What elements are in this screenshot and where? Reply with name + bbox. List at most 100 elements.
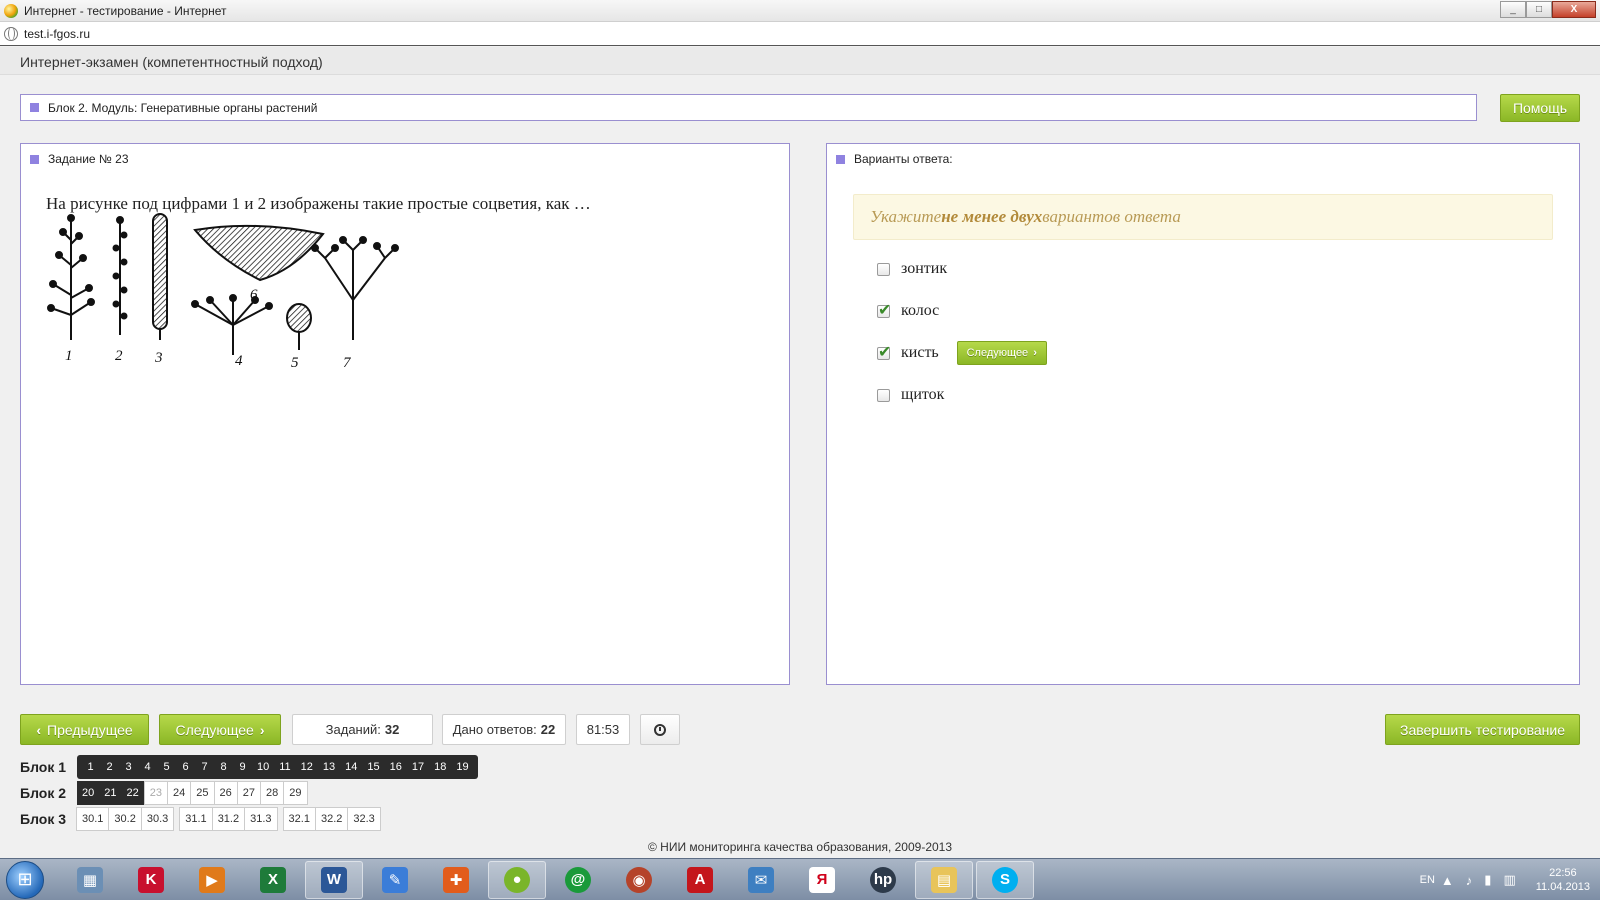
figure-label-3: 3 — [154, 350, 163, 366]
task-cell[interactable]: 22 — [121, 781, 144, 805]
task-cell[interactable]: 31.3 — [244, 807, 278, 831]
clock-button[interactable] — [640, 714, 680, 745]
window-title: Интернет - тестирование - Интернет — [24, 3, 227, 18]
block-row: Блок 1 1 2 3 4 5 6 7 8 9 10 11 12 13 14 … — [20, 754, 478, 780]
answer-option[interactable]: кисть Следующее › — [877, 332, 1579, 374]
browser-icon[interactable]: ● — [488, 860, 546, 899]
figure-label-5: 5 — [291, 355, 299, 371]
help-button[interactable]: Помощь — [1500, 94, 1580, 122]
task-cell[interactable]: 10 — [252, 755, 275, 779]
task-cell[interactable]: 9 — [233, 755, 252, 779]
answer-label[interactable]: зонтик — [901, 260, 947, 278]
start-button[interactable]: ⊞ — [6, 860, 44, 899]
tasks-count-box: Заданий: 32 — [292, 714, 433, 745]
yandex-icon[interactable]: Я — [793, 861, 851, 899]
task-cell[interactable]: 3 — [119, 755, 138, 779]
finish-button[interactable]: Завершить тестирование — [1385, 714, 1580, 745]
task-cell[interactable]: 32.2 — [314, 807, 349, 831]
task-cell[interactable]: 30.2 — [108, 807, 142, 831]
block-row: Блок 2 20 21 22 23 24 25 26 27 28 29 — [20, 780, 478, 806]
task-cell[interactable]: 21 — [99, 781, 122, 805]
outlook-icon[interactable]: ✉ — [732, 861, 790, 899]
task-cell[interactable]: 29 — [283, 781, 308, 805]
task-cell[interactable]: 15 — [362, 755, 385, 779]
task-cell[interactable]: 14 — [340, 755, 363, 779]
answered-count-box: Дано ответов: 22 — [442, 714, 566, 745]
task-cell[interactable]: 28 — [260, 781, 285, 805]
task-cell[interactable]: 5 — [157, 755, 176, 779]
task-cell[interactable]: 4 — [138, 755, 157, 779]
close-button[interactable]: X — [1552, 1, 1596, 18]
task-cell[interactable]: 26 — [213, 781, 238, 805]
network-icon[interactable]: ◉ — [610, 861, 668, 899]
chevron-left-icon: ‹ — [36, 721, 41, 738]
task-cell[interactable]: 18 — [429, 755, 452, 779]
acrobat-icon[interactable]: A — [671, 861, 729, 899]
task-cell[interactable]: 32.1 — [282, 807, 316, 831]
task-cell[interactable]: 25 — [190, 781, 215, 805]
network-tray-icon[interactable]: ▥ — [1503, 872, 1515, 888]
show-hidden-icons-icon[interactable]: ▲ — [1441, 873, 1454, 888]
puzzle-icon[interactable]: ✚ — [427, 861, 485, 899]
task-cell[interactable]: 20 — [77, 781, 100, 805]
media-player-icon[interactable]: ▶ — [183, 861, 241, 899]
task-cell[interactable]: 31.2 — [211, 807, 246, 831]
answer-label[interactable]: колос — [901, 302, 939, 320]
task-cell[interactable]: 27 — [236, 781, 261, 805]
kaspersky-icon[interactable]: K — [122, 861, 180, 899]
clock-date: 11.04.2013 — [1535, 881, 1590, 893]
skype-icon[interactable]: S — [976, 860, 1034, 899]
answer-option[interactable]: щиток — [877, 374, 1579, 416]
block-label: Блок 2 — [20, 785, 67, 801]
task-cell[interactable]: 24 — [167, 781, 192, 805]
task-cell[interactable]: 30.1 — [76, 807, 110, 831]
explorer-icon[interactable]: ▤ — [915, 860, 973, 899]
prev-button[interactable]: ‹ Предыдущее — [20, 714, 149, 745]
answer-checkbox[interactable] — [877, 300, 891, 320]
address-bar[interactable]: test.i-fgos.ru — [0, 22, 1600, 46]
excel-icon[interactable]: X — [244, 861, 302, 899]
question-text: На рисунке под цифрами 1 и 2 изображены … — [46, 194, 591, 213]
task-cell[interactable]: 1 — [81, 755, 100, 779]
answer-option[interactable]: колос — [877, 290, 1579, 332]
task-cell[interactable]: 32.3 — [347, 807, 381, 831]
power-icon[interactable]: ▮ — [1484, 872, 1491, 888]
task-cell[interactable]: 6 — [176, 755, 195, 779]
volume-icon[interactable]: ♪ — [1466, 873, 1473, 888]
answer-label[interactable]: щиток — [901, 386, 944, 404]
task-cell[interactable]: 8 — [214, 755, 233, 779]
task-cell[interactable]: 11 — [274, 755, 296, 779]
timer: 81:53 — [576, 714, 630, 745]
prev-label: Предыдущее — [47, 721, 133, 738]
language-indicator[interactable]: EN — [1420, 874, 1435, 886]
block-label: Блок 1 — [20, 759, 67, 775]
task-cell[interactable]: 13 — [317, 755, 341, 779]
mail-agent-icon[interactable]: @ — [549, 861, 607, 899]
hp-icon[interactable]: hp — [854, 861, 912, 899]
task-cell[interactable]: 31.1 — [179, 807, 213, 831]
next-label: Следующее — [175, 721, 254, 738]
task-cell[interactable]: 30.3 — [140, 807, 175, 831]
calculator-icon[interactable]: ▦ — [61, 861, 119, 899]
minimize-button[interactable]: _ — [1500, 1, 1526, 18]
paint-icon[interactable]: ✎ — [366, 861, 424, 899]
hint-text-before: Укажите — [870, 207, 942, 226]
task-cell[interactable]: 17 — [406, 755, 430, 779]
answer-checkbox[interactable] — [877, 342, 891, 362]
task-cell[interactable]: 2 — [100, 755, 119, 779]
task-cell[interactable]: 7 — [195, 755, 214, 779]
word-icon[interactable]: W — [305, 860, 363, 899]
answer-option[interactable]: зонтик — [877, 248, 1579, 290]
task-cell[interactable]: 16 — [384, 755, 407, 779]
url-text[interactable]: test.i-fgos.ru — [24, 27, 90, 41]
inline-next-button[interactable]: Следующее › — [956, 341, 1047, 365]
task-cell-current[interactable]: 23 — [143, 781, 168, 805]
answer-checkbox[interactable] — [877, 262, 890, 276]
task-cell[interactable]: 12 — [295, 755, 318, 779]
next-button[interactable]: Следующее › — [159, 714, 281, 745]
answer-checkbox[interactable] — [877, 388, 890, 402]
maximize-button[interactable]: □ — [1526, 1, 1552, 18]
taskbar-clock[interactable]: 22:56 11.04.2013 — [1536, 866, 1590, 894]
task-cell[interactable]: 19 — [451, 755, 474, 779]
answer-label[interactable]: кисть — [901, 344, 939, 362]
